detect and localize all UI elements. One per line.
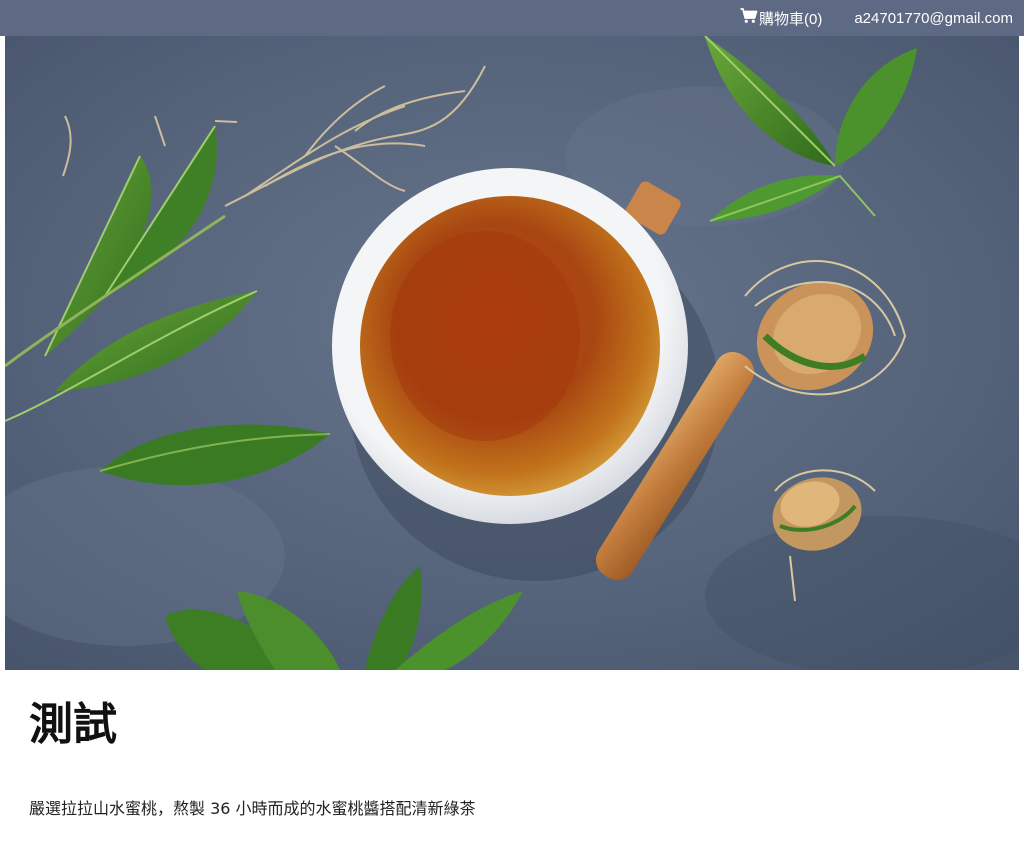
cart-link[interactable]: 購物車(0) <box>740 7 823 29</box>
user-account-link[interactable]: a24701770@gmail.com <box>854 10 1013 27</box>
product-description: 嚴選拉拉山水蜜桃，熬製 36 小時而成的水蜜桃醬搭配清新綠茶 <box>29 799 476 818</box>
product-title: 測試 <box>29 699 117 750</box>
shopping-cart-icon <box>740 7 759 24</box>
top-navigation-bar: 購物車(0) a24701770@gmail.com <box>0 0 1024 36</box>
hero-image <box>5 36 1019 670</box>
cart-label: 購物車(0) <box>758 10 823 28</box>
